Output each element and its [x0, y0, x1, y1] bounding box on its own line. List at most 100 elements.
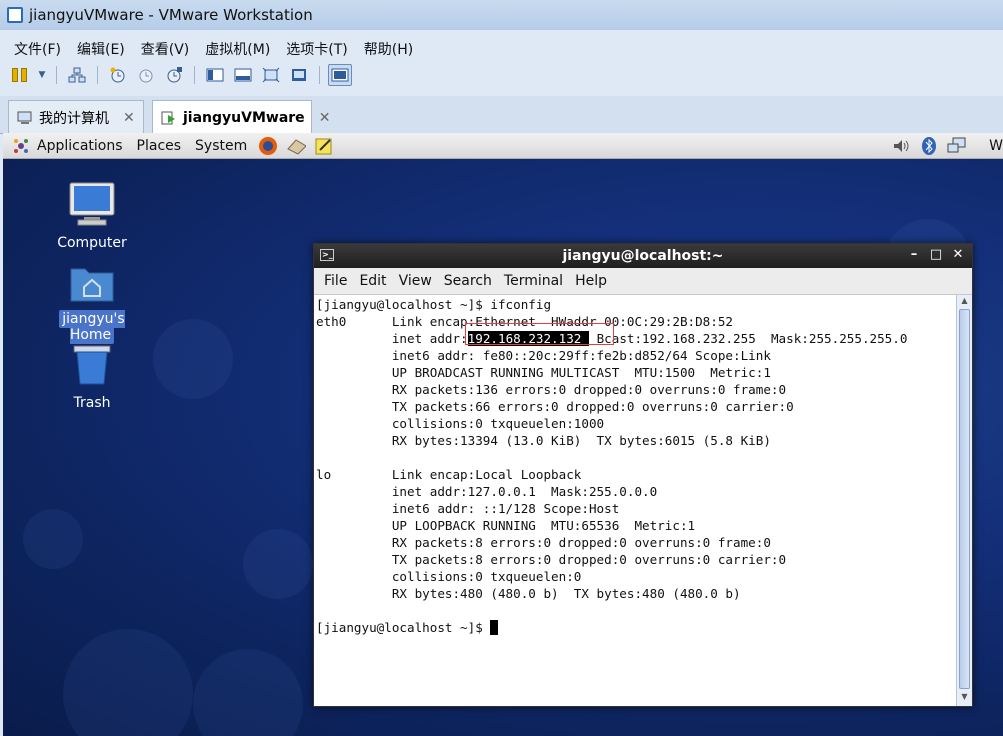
- snapshot-manager-icon[interactable]: [162, 64, 186, 86]
- minimize-icon[interactable]: –: [906, 247, 922, 263]
- fullscreen-icon[interactable]: [259, 64, 283, 86]
- terminal-menu-edit[interactable]: Edit: [353, 273, 392, 289]
- window-title: jiangyuVMware - VMware Workstation: [29, 6, 313, 24]
- system-menu[interactable]: System: [188, 138, 254, 154]
- menu-tabs[interactable]: 选项卡(T): [278, 39, 355, 59]
- maximize-icon[interactable]: □: [928, 247, 944, 263]
- suspend-button[interactable]: [8, 64, 32, 86]
- home-folder-icon: [37, 263, 147, 307]
- toolbar: ▼: [0, 62, 1003, 88]
- tab-label: jiangyuVMware: [183, 109, 305, 126]
- computer-icon: [37, 181, 147, 231]
- terminal-menu-help[interactable]: Help: [569, 273, 613, 289]
- terminal-output[interactable]: [jiangyu@localhost ~]$ ifconfig eth0 Link…: [314, 295, 956, 706]
- vmware-app-icon: [7, 7, 23, 23]
- terminal-scrollbar[interactable]: ▲ ▼: [956, 295, 972, 706]
- terminal-prompt: [jiangyu@localhost ~]$: [316, 620, 491, 635]
- terminal-menu-view[interactable]: View: [393, 273, 438, 289]
- tab-jiangyuvmware[interactable]: jiangyuVMware ✕: [152, 100, 330, 134]
- terminal-text: inet addr:: [316, 331, 468, 346]
- terminal-line: TX packets:8 errors:0 dropped:0 overruns…: [316, 552, 787, 567]
- terminal-line: UP LOOPBACK RUNNING MTU:65536 Metric:1: [316, 518, 696, 533]
- trash-icon: [37, 343, 147, 391]
- tab-my-computer[interactable]: 我的计算机 ✕: [8, 100, 144, 134]
- terminal-line: TX packets:66 errors:0 dropped:0 overrun…: [316, 399, 794, 414]
- menu-vm[interactable]: 虚拟机(M): [197, 39, 278, 59]
- scroll-down-icon[interactable]: ▼: [957, 692, 972, 705]
- desktop-icon-label: Trash: [73, 395, 111, 411]
- snapshot-icon[interactable]: [106, 64, 130, 86]
- gnome-foot-icon: [11, 136, 31, 156]
- terminal-titlebar[interactable]: >_ jiangyu@localhost:~ – □ ✕: [314, 244, 972, 268]
- terminal-text: Bcast:192.168.232.255 Mask:255.255.255.0: [588, 331, 908, 346]
- desktop-icon-label: Computer: [57, 235, 127, 251]
- unity-icon[interactable]: [287, 64, 311, 86]
- vm-running-icon: [161, 111, 177, 125]
- terminal-line: eth0 Link encap:Ethernet HWaddr 00:0C:29…: [316, 314, 734, 329]
- tab-bar: 我的计算机 ✕ jiangyuVMware ✕: [0, 96, 1003, 134]
- bluetooth-icon[interactable]: [919, 136, 939, 156]
- terminal-cursor: [490, 620, 499, 635]
- show-sidebar-icon[interactable]: [203, 64, 227, 86]
- window-titlebar: jiangyuVMware - VMware Workstation: [0, 0, 1003, 30]
- mail-icon[interactable]: [286, 136, 307, 156]
- desktop-icon-label: jiangyu's Home: [59, 310, 125, 344]
- applications-menu[interactable]: Applications: [35, 138, 130, 154]
- terminal-menu-terminal[interactable]: Terminal: [498, 273, 569, 289]
- terminal-line: RX bytes:480 (480.0 b) TX bytes:480 (480…: [316, 586, 741, 601]
- terminal-line: collisions:0 txqueuelen:1000: [316, 416, 605, 431]
- network-icon[interactable]: [65, 64, 89, 86]
- desktop-computer[interactable]: Computer: [37, 181, 147, 251]
- terminal-line: RX bytes:13394 (13.0 KiB) TX bytes:6015 …: [316, 433, 771, 448]
- menu-help[interactable]: 帮助(H): [356, 39, 421, 59]
- firefox-icon[interactable]: [258, 136, 278, 156]
- terminal-icon: >_: [320, 249, 334, 261]
- network-status-icon[interactable]: [947, 136, 967, 156]
- toolbar-separator: [319, 66, 320, 84]
- toolbar-separator: [194, 66, 195, 84]
- terminal-line: UP BROADCAST RUNNING MULTICAST MTU:1500 …: [316, 365, 771, 380]
- toolbar-separator: [97, 66, 98, 84]
- scrollbar-thumb[interactable]: [959, 309, 970, 689]
- thumbnail-bar-icon[interactable]: [231, 64, 255, 86]
- panel-clipped-text: W: [989, 137, 1003, 154]
- terminal-line: inet6 addr: ::1/128 Scope:Host: [316, 501, 620, 516]
- terminal-line: inet addr:192.168.232.132 Bcast:192.168.…: [316, 330, 954, 347]
- menu-view[interactable]: 查看(V): [133, 39, 198, 59]
- terminal-line: RX packets:136 errors:0 dropped:0 overru…: [316, 382, 787, 397]
- terminal-line: [jiangyu@localhost ~]$: [316, 619, 954, 636]
- terminal-line: [jiangyu@localhost ~]$ ifconfig: [316, 297, 552, 312]
- terminal-line: lo Link encap:Local Loopback: [316, 467, 582, 482]
- guest-top-panel: Applications Places System W: [3, 133, 1003, 159]
- terminal-line: RX packets:8 errors:0 dropped:0 overruns…: [316, 535, 771, 550]
- terminal-menubar: File Edit View Search Terminal Help: [314, 268, 972, 295]
- terminal-line: inet6 addr: fe80::20c:29ff:fe2b:d852/64 …: [316, 348, 771, 363]
- terminal-menu-file[interactable]: File: [318, 273, 353, 289]
- ip-highlight-box: [465, 323, 614, 345]
- revert-snapshot-icon[interactable]: [134, 64, 158, 86]
- terminal-menu-search[interactable]: Search: [438, 273, 498, 289]
- close-icon[interactable]: ✕: [123, 110, 135, 126]
- notes-icon[interactable]: [314, 136, 334, 156]
- menu-file[interactable]: 文件(F): [6, 39, 69, 59]
- menubar: 文件(F) 编辑(E) 查看(V) 虚拟机(M) 选项卡(T) 帮助(H): [0, 36, 421, 62]
- pause-icon: [12, 68, 28, 82]
- menu-edit[interactable]: 编辑(E): [69, 39, 133, 59]
- close-icon[interactable]: ✕: [950, 247, 966, 263]
- computer-icon: [17, 111, 33, 125]
- desktop-trash[interactable]: Trash: [37, 343, 147, 411]
- tab-label: 我的计算机: [39, 110, 109, 127]
- power-dropdown-icon[interactable]: ▼: [36, 64, 48, 86]
- volume-icon[interactable]: [891, 136, 911, 156]
- terminal-title: jiangyu@localhost:~: [562, 248, 724, 264]
- places-menu[interactable]: Places: [130, 138, 189, 154]
- terminal-window[interactable]: >_ jiangyu@localhost:~ – □ ✕ File Edit V…: [313, 243, 973, 707]
- close-icon[interactable]: ✕: [319, 110, 331, 126]
- terminal-line: inet addr:127.0.0.1 Mask:255.0.0.0: [316, 484, 658, 499]
- desktop-home-folder[interactable]: jiangyu's Home: [37, 263, 147, 344]
- console-view-icon[interactable]: [328, 64, 352, 86]
- toolbar-separator: [56, 66, 57, 84]
- scroll-up-icon[interactable]: ▲: [957, 296, 972, 309]
